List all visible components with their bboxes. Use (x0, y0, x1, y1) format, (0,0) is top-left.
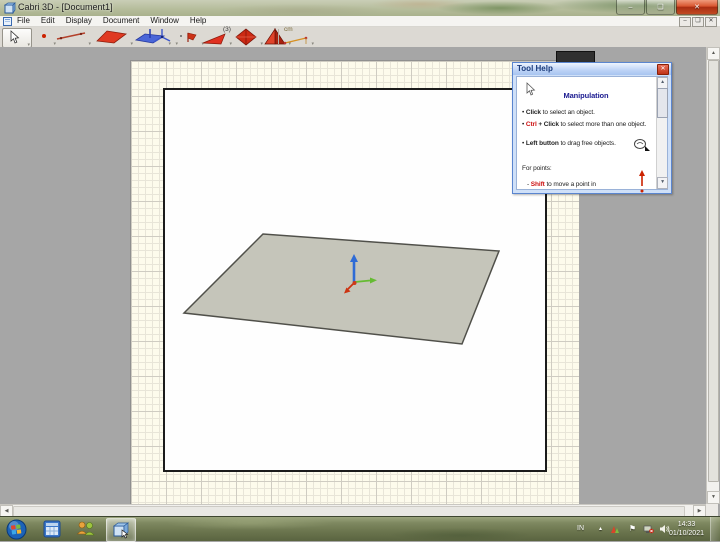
origin-point[interactable] (352, 281, 357, 285)
help-line-shift: - Shift to move a point in (527, 181, 596, 188)
gadget-icon (43, 520, 61, 538)
scroll-right-button[interactable]: ▶ (693, 505, 706, 516)
tray-status-icon[interactable] (610, 524, 620, 534)
vertical-scrollbar[interactable]: ▲ ▼ (706, 47, 720, 504)
maximize-button[interactable]: ❏ (646, 0, 675, 15)
window-title: Cabri 3D - [Document1] (18, 2, 113, 12)
title-bar: Cabri 3D - [Document1] – ❏ ✕ (0, 0, 720, 17)
menu-help[interactable]: Help (190, 16, 206, 26)
octahedron-icon (235, 28, 257, 46)
polyhedron-tool[interactable]: ▾ (233, 28, 263, 47)
cursor-arrow-icon (10, 30, 20, 44)
menu-file[interactable]: File (17, 16, 30, 26)
help-line-left-button: • Left button to drag free objects. (522, 140, 622, 147)
action-center-flag-icon[interactable]: ⚑ (629, 524, 636, 533)
left-button-keyword: Left button (525, 140, 559, 147)
window-controls: – ❏ ✕ (615, 0, 718, 15)
horizontal-scroll-thumb[interactable] (13, 506, 685, 516)
point-icon (42, 34, 46, 38)
taskbar-app-cabri-active[interactable] (106, 518, 136, 542)
ctrl-click-text: to select more than one object. (558, 121, 647, 128)
click-text: to select an object. (540, 109, 595, 116)
point-tool[interactable]: ▾ (38, 28, 56, 47)
taskbar: IN ▴ ⚑ 14:33 01/10/2021 (0, 516, 720, 542)
document-icon[interactable] (3, 16, 12, 26)
scroll-up-button[interactable]: ▲ (707, 47, 720, 60)
app-icon (4, 2, 16, 14)
scroll-thumb[interactable] (657, 88, 668, 118)
line-tool[interactable]: ▾ (55, 28, 91, 47)
triangle-icon (202, 33, 226, 45)
measurement-tool[interactable]: ▾ (282, 33, 314, 47)
cabri-cube-icon (112, 522, 130, 539)
menu-window[interactable]: Window (150, 16, 178, 26)
clock-time: 14:33 (677, 521, 696, 528)
mdi-close-button[interactable]: ✕ (705, 17, 717, 27)
clock[interactable]: 14:33 01/10/2021 (669, 520, 704, 538)
click-keyword: Click (543, 121, 559, 128)
hidden-icons-button[interactable]: ▴ (599, 525, 602, 532)
show-desktop-button[interactable] (710, 517, 720, 541)
left-button-text: to drag free objects. (558, 140, 616, 147)
menu-display[interactable]: Display (66, 16, 92, 26)
menu-document[interactable]: Document (103, 16, 139, 26)
help-line-for-points: For points: (522, 165, 552, 172)
mdi-restore-button[interactable]: ❏ (692, 17, 704, 27)
language-indicator[interactable]: IN (577, 525, 584, 532)
vertical-scroll-thumb[interactable] (708, 60, 719, 482)
clock-date: 01/10/2021 (668, 530, 704, 537)
scroll-down-button[interactable]: ▼ (707, 491, 720, 504)
vertical-move-arrow-icon (639, 170, 645, 193)
scroll-left-button[interactable]: ◀ (0, 505, 13, 516)
document-area: Tool Help ✕ Manipulation • Click to sele… (0, 47, 720, 516)
shift-text: to move a point in (544, 181, 596, 188)
plane-tool[interactable]: ▾ (93, 28, 133, 47)
taskbar-app-people[interactable] (72, 518, 100, 540)
tool-help-window: Tool Help ✕ Manipulation • Click to sele… (512, 62, 672, 194)
tool-help-heading: Manipulation (563, 91, 609, 100)
plus-text: + (536, 121, 544, 128)
tool-help-title: Tool Help (517, 64, 553, 73)
close-button[interactable]: ✕ (676, 0, 718, 15)
windows-logo-icon (6, 519, 26, 539)
toolbar: ▾ ▾ ▾ ▾ ▾ ▾ ▾ (3) ▾ ▾ ▾ cm ▾ (0, 26, 720, 48)
drag-hand-icon (634, 139, 650, 151)
measure-unit-label: cm (284, 26, 293, 33)
menu-edit[interactable]: Edit (41, 16, 55, 26)
horizontal-scrollbar[interactable]: ◀ ▶ (0, 504, 706, 516)
tool-help-close-button[interactable]: ✕ (657, 64, 669, 75)
tool-help-scrollbar[interactable]: ▲ ▼ (656, 77, 668, 189)
ctrl-keyword: Ctrl (525, 121, 537, 128)
plane-surface[interactable] (182, 233, 501, 345)
mdi-window-controls: – ❏ ✕ (678, 17, 717, 27)
help-line-ctrl-click: • Ctrl + Click to select more than one o… (522, 121, 646, 128)
minimize-button[interactable]: – (616, 0, 645, 15)
start-button[interactable] (2, 518, 30, 540)
shift-keyword: Shift (530, 181, 545, 188)
manipulation-tool[interactable]: ▾ (2, 28, 32, 48)
polygon-tool[interactable]: ▾ (200, 32, 232, 47)
scrollbar-corner (706, 504, 718, 516)
network-icon[interactable] (643, 524, 654, 534)
taskbar-app-gadget[interactable] (38, 518, 66, 540)
line-icon (56, 32, 86, 40)
toolbar-separator (278, 29, 279, 44)
half-plane-icon (180, 32, 197, 42)
help-line-click: • Click to select an object. (522, 109, 595, 116)
menu-bar: File Edit Display Document Window Help –… (0, 16, 720, 27)
scroll-down-button[interactable]: ▼ (657, 177, 668, 189)
tool-help-content: Manipulation • Click to select an object… (516, 76, 668, 193)
axes-tool[interactable]: ▾ (150, 28, 178, 47)
half-plane-tool[interactable]: ▾ (178, 28, 204, 47)
mdi-minimize-button[interactable]: – (679, 17, 691, 27)
click-keyword: Click (525, 109, 541, 116)
trihedron-icon (153, 29, 171, 43)
tool-help-title-bar[interactable]: Tool Help ✕ (513, 63, 671, 75)
ruler-icon (283, 36, 308, 45)
people-icon (76, 521, 95, 536)
plane-icon (96, 30, 127, 44)
